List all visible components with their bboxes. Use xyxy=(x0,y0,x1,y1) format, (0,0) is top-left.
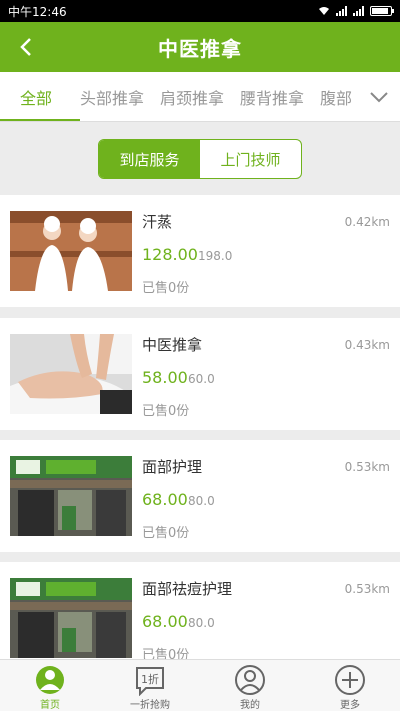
list-item[interactable]: 面部祛痘护理 0.53km 68.00 80.0 已售0份 xyxy=(0,562,400,674)
tab-mine-label: 我的 xyxy=(240,700,260,711)
item-sold-count: 已售0份 xyxy=(142,526,190,541)
wifi-icon xyxy=(319,7,329,15)
item-original-price: 60.0 xyxy=(188,372,215,386)
tab-more[interactable]: 更多 xyxy=(300,660,400,711)
status-bar: 中午12:46 xyxy=(0,0,400,22)
item-price: 68.00 xyxy=(142,612,188,631)
category-tab-neck[interactable]: 肩颈推拿 xyxy=(152,72,232,121)
item-image xyxy=(10,211,132,291)
chevron-left-icon xyxy=(20,38,31,56)
item-image xyxy=(10,334,132,414)
home-service-option[interactable]: 上门技师 xyxy=(200,140,301,178)
plus-icon xyxy=(333,663,367,696)
item-name: 面部祛痘护理 xyxy=(142,580,233,598)
item-distance: 0.53km xyxy=(344,460,390,474)
tab-discount-label: 一折抢购 xyxy=(130,700,170,711)
item-name: 面部护理 xyxy=(142,458,203,476)
bottom-tab-bar: 首页 1折 一折抢购 我的 更多 xyxy=(0,659,400,711)
item-image xyxy=(10,578,132,658)
tab-more-label: 更多 xyxy=(340,700,360,711)
back-button[interactable] xyxy=(6,27,46,67)
user-icon xyxy=(233,663,267,696)
list-item[interactable]: 面部护理 0.53km 68.00 80.0 已售0份 xyxy=(0,440,400,552)
item-sold-count: 已售0份 xyxy=(142,404,190,419)
battery-icon xyxy=(370,6,394,16)
tab-mine[interactable]: 我的 xyxy=(200,660,300,711)
signal-icon xyxy=(336,6,347,16)
list-item[interactable]: 中医推拿 0.43km 58.00 60.0 已售0份 xyxy=(0,318,400,430)
page-title: 中医推拿 xyxy=(158,36,242,61)
service-type-toggle: 到店服务 上门技师 xyxy=(98,139,302,179)
chevron-down-icon xyxy=(370,92,388,103)
item-original-price: 80.0 xyxy=(188,494,215,508)
category-tab-head[interactable]: 头部推拿 xyxy=(72,72,152,121)
status-time: 中午12:46 xyxy=(8,4,67,19)
item-image xyxy=(10,456,132,536)
category-tab-all[interactable]: 全部 xyxy=(0,72,80,121)
item-price: 128.00 xyxy=(142,245,198,264)
item-distance: 0.43km xyxy=(344,338,390,352)
item-price: 68.00 xyxy=(142,490,188,509)
tab-home-label: 首页 xyxy=(40,700,60,711)
tab-discount[interactable]: 1折 一折抢购 xyxy=(100,660,200,711)
category-tab-back[interactable]: 腰背推拿 xyxy=(232,72,312,121)
category-expand-button[interactable] xyxy=(364,82,394,112)
item-original-price: 198.0 xyxy=(198,249,233,263)
item-price: 58.00 xyxy=(142,368,188,387)
store-service-option[interactable]: 到店服务 xyxy=(99,140,200,178)
item-name: 中医推拿 xyxy=(142,336,203,354)
svg-text:1折: 1折 xyxy=(141,672,159,686)
category-bar: 全部 头部推拿 肩颈推拿 腰背推拿 腹部 xyxy=(0,72,400,122)
signal-icon-2 xyxy=(353,6,364,16)
item-original-price: 80.0 xyxy=(188,616,215,630)
item-sold-count: 已售0份 xyxy=(142,281,190,296)
item-name: 汗蒸 xyxy=(142,213,173,231)
app-bar: 中医推拿 xyxy=(0,22,400,72)
list-item[interactable]: 汗蒸 0.42km 128.00 198.0 已售0份 xyxy=(0,195,400,307)
item-distance: 0.42km xyxy=(344,215,390,229)
discount-icon: 1折 xyxy=(133,663,167,696)
tab-home[interactable]: 首页 xyxy=(0,660,100,711)
home-icon xyxy=(33,663,67,696)
item-distance: 0.53km xyxy=(344,582,390,596)
category-tab-abdomen[interactable]: 腹部 xyxy=(312,72,360,121)
category-list: 全部 头部推拿 肩颈推拿 腰背推拿 腹部 xyxy=(0,72,360,121)
status-icons xyxy=(318,6,394,16)
